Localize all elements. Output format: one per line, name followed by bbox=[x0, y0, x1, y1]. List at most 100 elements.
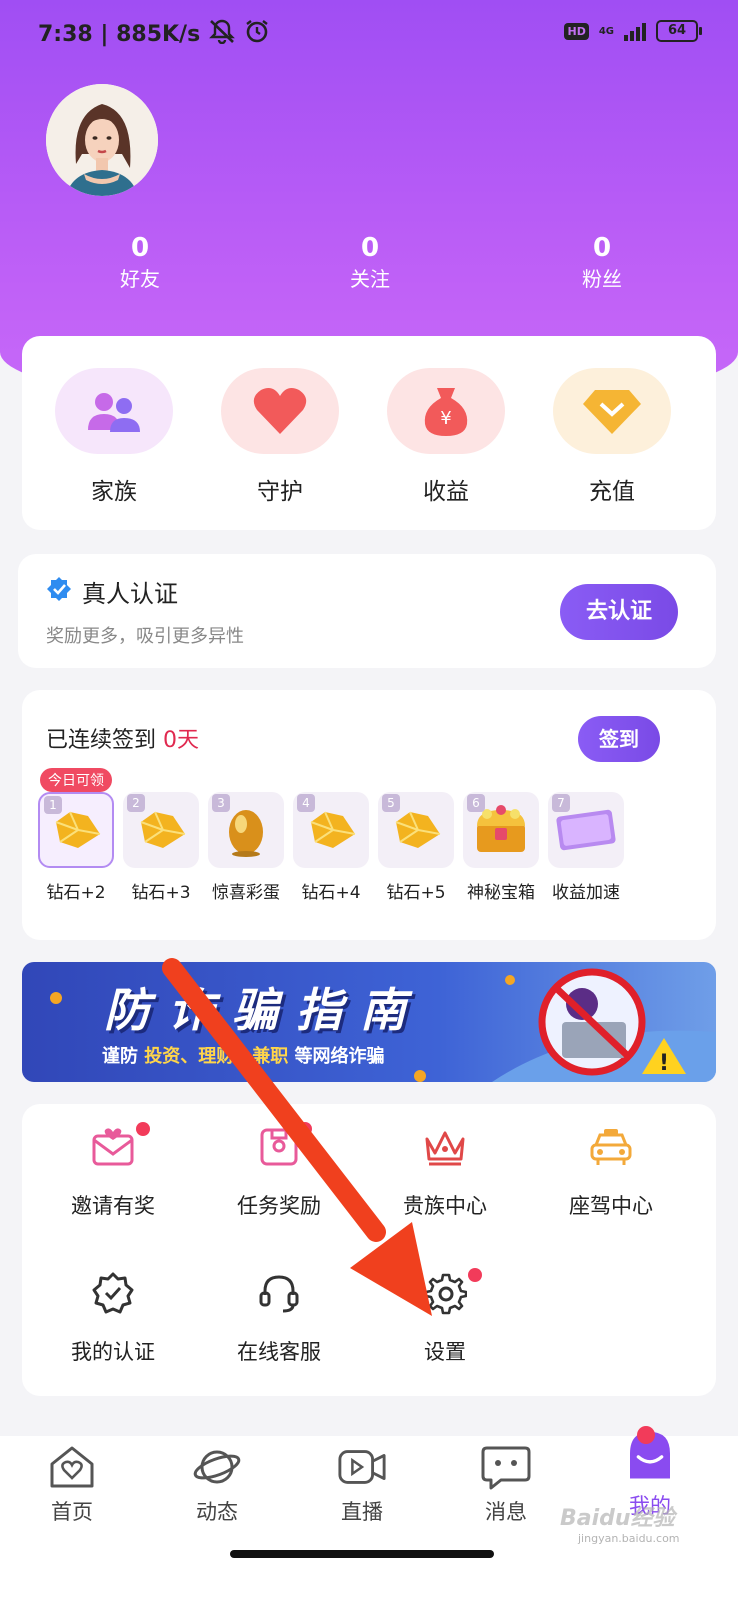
tab-label: 首页 bbox=[51, 1500, 93, 1524]
day-number: 4 bbox=[297, 794, 315, 812]
menu-item-noble-center[interactable]: 贵族中心 bbox=[360, 1124, 530, 1220]
stat-fans[interactable]: 0 粉丝 bbox=[542, 232, 662, 294]
gear-icon bbox=[422, 1268, 482, 1316]
banner-subtitle: 谨防 投资、理财、兼职 等网络诈骗 bbox=[102, 1042, 385, 1068]
task-reward-icon bbox=[256, 1122, 312, 1170]
gold-diamond-icon bbox=[310, 811, 356, 848]
quick-action-label: 收益 bbox=[423, 479, 469, 505]
mute-icon bbox=[208, 18, 236, 50]
heart-icon bbox=[221, 368, 339, 454]
sign-in-day-6[interactable]: 6 神秘宝箱 bbox=[463, 792, 539, 903]
baidu-watermark-url: jingyan.baidu.com bbox=[578, 1532, 680, 1545]
status-left: 7:38 | 885K/s bbox=[38, 18, 270, 50]
verified-check-icon bbox=[46, 576, 72, 608]
quick-action-earnings[interactable]: ¥ 收益 bbox=[386, 368, 506, 506]
sign-in-day-4[interactable]: 4 钻石+4 bbox=[293, 792, 369, 903]
battery-icon: 64 bbox=[656, 20, 702, 42]
avatar[interactable] bbox=[46, 84, 158, 196]
menu-item-online-service[interactable]: 在线客服 bbox=[194, 1270, 364, 1366]
feature-menu-card: 邀请有奖 任务奖励 贵族中心 座驾中心 我的认证 在线客服 设置 bbox=[22, 1104, 716, 1396]
day-reward-label: 惊喜彩蛋 bbox=[212, 883, 280, 903]
menu-item-invite[interactable]: 邀请有奖 bbox=[28, 1122, 198, 1220]
sign-in-card: 已连续签到 0天 签到 今日可领 1 钻石+2 2 钻石+3 3 惊喜彩蛋 4 … bbox=[22, 690, 716, 940]
menu-item-vehicle-center[interactable]: 座驾中心 bbox=[526, 1124, 696, 1220]
menu-item-my-verification[interactable]: 我的认证 bbox=[28, 1270, 198, 1366]
real-person-verification-card: 真人认证 奖励更多，吸引更多异性 去认证 bbox=[18, 554, 716, 668]
sign-in-day-2[interactable]: 2 钻石+3 bbox=[123, 792, 199, 903]
day-number: 5 bbox=[382, 794, 400, 812]
crown-icon bbox=[422, 1124, 468, 1170]
verified-badge-icon bbox=[90, 1270, 136, 1316]
menu-label: 我的认证 bbox=[71, 1340, 155, 1364]
sign-in-day-5[interactable]: 5 钻石+5 bbox=[378, 792, 454, 903]
notification-dot bbox=[136, 1122, 150, 1136]
network-type: 4G bbox=[598, 25, 614, 37]
day-reward-box: 6 bbox=[463, 792, 539, 868]
day-reward-box: 2 bbox=[123, 792, 199, 868]
status-right: HD 4G 64 bbox=[564, 20, 702, 42]
headset-icon bbox=[256, 1270, 302, 1316]
message-icon bbox=[481, 1442, 531, 1492]
stat-value: 0 bbox=[360, 233, 380, 263]
quick-action-guard[interactable]: 守护 bbox=[220, 368, 340, 506]
golden-egg-icon bbox=[229, 810, 263, 857]
quick-action-label: 充值 bbox=[589, 479, 635, 505]
notification-dot bbox=[637, 1426, 655, 1444]
menu-label: 任务奖励 bbox=[237, 1194, 321, 1218]
menu-item-settings[interactable]: 设置 bbox=[360, 1268, 530, 1366]
baidu-watermark: Baidu经验 bbox=[560, 1506, 675, 1531]
profile-mascot-icon bbox=[625, 1426, 675, 1486]
diamond-icon bbox=[553, 368, 671, 454]
tab-messages[interactable]: 消息 bbox=[446, 1442, 566, 1526]
stat-friends[interactable]: 0 好友 bbox=[80, 232, 200, 294]
stat-label: 粉丝 bbox=[582, 267, 622, 291]
menu-label: 贵族中心 bbox=[403, 1194, 487, 1218]
tab-live[interactable]: 直播 bbox=[302, 1442, 422, 1526]
quick-action-label: 家族 bbox=[91, 479, 137, 505]
gold-diamond-icon bbox=[55, 811, 101, 848]
banner-sub-highlight: 投资、理财、兼职 bbox=[144, 1046, 289, 1067]
tab-label: 直播 bbox=[341, 1500, 383, 1524]
go-verify-button[interactable]: 去认证 bbox=[560, 584, 678, 640]
sign-in-days: 0天 bbox=[163, 728, 199, 753]
stat-label: 好友 bbox=[120, 267, 160, 291]
day-reward-box: 1 bbox=[38, 792, 114, 868]
tab-home[interactable]: 首页 bbox=[12, 1442, 132, 1526]
banner-sub-suffix: 等网络诈骗 bbox=[288, 1046, 385, 1067]
family-icon bbox=[55, 368, 173, 454]
sign-in-title-prefix: 已连续签到 bbox=[46, 728, 163, 753]
day-reward-box: 4 bbox=[293, 792, 369, 868]
menu-label: 在线客服 bbox=[237, 1340, 321, 1364]
sign-in-day-7[interactable]: 7 收益加速 bbox=[548, 792, 624, 903]
day-number: 2 bbox=[127, 794, 145, 812]
boost-ticket-icon bbox=[556, 809, 616, 851]
day-reward-label: 钻石+5 bbox=[386, 883, 446, 903]
money-bag-icon: ¥ bbox=[387, 368, 505, 454]
banner-sub-prefix: 谨防 bbox=[102, 1046, 145, 1067]
today-available-tag: 今日可领 bbox=[40, 768, 112, 792]
verification-title-row: 真人认证 bbox=[46, 574, 178, 609]
anti-fraud-banner[interactable]: ! 防诈骗指南 谨防 投资、理财、兼职 等网络诈骗 bbox=[22, 962, 716, 1082]
verification-title: 真人认证 bbox=[82, 580, 178, 608]
stat-value: 0 bbox=[592, 233, 612, 263]
gold-diamond-icon bbox=[140, 811, 186, 848]
stat-value: 0 bbox=[130, 233, 150, 263]
sign-in-day-3[interactable]: 3 惊喜彩蛋 bbox=[208, 792, 284, 903]
day-reward-label: 神秘宝箱 bbox=[467, 883, 535, 903]
day-number: 3 bbox=[212, 794, 230, 812]
sign-in-button[interactable]: 签到 bbox=[578, 716, 660, 762]
notification-dot bbox=[298, 1122, 312, 1136]
quick-action-recharge[interactable]: 充值 bbox=[552, 368, 672, 506]
quick-actions-card: 家族 守护 ¥ 收益 充值 bbox=[22, 336, 716, 530]
sign-in-title: 已连续签到 0天 bbox=[46, 722, 199, 754]
status-bar: 7:38 | 885K/s HD 4G 64 bbox=[0, 0, 738, 64]
video-icon bbox=[337, 1442, 387, 1492]
day-reward-label: 收益加速 bbox=[552, 883, 620, 903]
day-number: 6 bbox=[467, 794, 485, 812]
tab-moments[interactable]: 动态 bbox=[157, 1442, 277, 1526]
menu-label: 设置 bbox=[424, 1340, 466, 1364]
sign-in-day-1[interactable]: 1 钻石+2 bbox=[38, 792, 114, 903]
quick-action-family[interactable]: 家族 bbox=[54, 368, 174, 506]
stat-following[interactable]: 0 关注 bbox=[310, 232, 430, 294]
menu-item-task-reward[interactable]: 任务奖励 bbox=[194, 1122, 364, 1220]
